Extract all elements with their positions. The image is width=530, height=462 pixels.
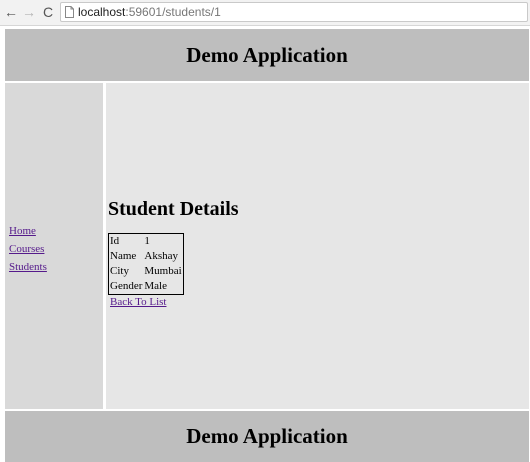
main-content: Student Details Id 1 Name Akshay City Mu… [106, 83, 529, 409]
page-title: Student Details [108, 198, 239, 220]
table-row: Name Akshay [109, 249, 183, 264]
url-path: :59601/students/1 [125, 5, 221, 19]
sidebar-item-courses: Courses [9, 240, 47, 258]
detail-value: 1 [144, 235, 150, 247]
header-title: Demo Application [186, 42, 348, 67]
footer-title: Demo Application [186, 424, 348, 448]
detail-label: Name [110, 250, 137, 262]
page-icon [65, 6, 74, 18]
table-row: Id 1 [109, 234, 183, 249]
url-host: localhost [78, 5, 126, 19]
detail-value: Male [144, 280, 167, 292]
detail-value: Akshay [144, 250, 178, 262]
address-bar[interactable]: localhost:59601/students/1 [60, 2, 528, 22]
reload-icon[interactable]: C [40, 3, 56, 21]
detail-value: Mumbai [144, 265, 182, 277]
page-header: Demo Application [5, 29, 529, 81]
detail-label: Gender [110, 280, 143, 292]
table-row: City Mumbai [109, 264, 183, 279]
page-frame: Demo Application Home Courses Students S… [5, 29, 529, 462]
back-arrow-icon[interactable]: ← [3, 3, 19, 21]
sidebar-nav: Home Courses Students [9, 222, 47, 276]
table-row: Gender Male [109, 279, 183, 294]
sidebar: Home Courses Students [5, 83, 103, 409]
url-text: localhost:59601/students/1 [78, 4, 221, 20]
detail-label: City [110, 265, 129, 277]
page-footer: Demo Application [5, 411, 529, 462]
sidebar-item-students: Students [9, 258, 47, 276]
back-to-list-link[interactable]: Back To List [110, 296, 166, 308]
detail-label: Id [110, 235, 120, 247]
browser-toolbar: ← → C localhost:59601/students/1 [0, 0, 530, 26]
courses-link[interactable]: Courses [9, 243, 44, 255]
forward-arrow-icon[interactable]: → [21, 3, 37, 21]
sidebar-item-home: Home [9, 222, 47, 240]
students-link[interactable]: Students [9, 261, 47, 273]
student-details-table: Id 1 Name Akshay City Mumbai Gender Male [108, 233, 184, 295]
home-link[interactable]: Home [9, 225, 36, 237]
